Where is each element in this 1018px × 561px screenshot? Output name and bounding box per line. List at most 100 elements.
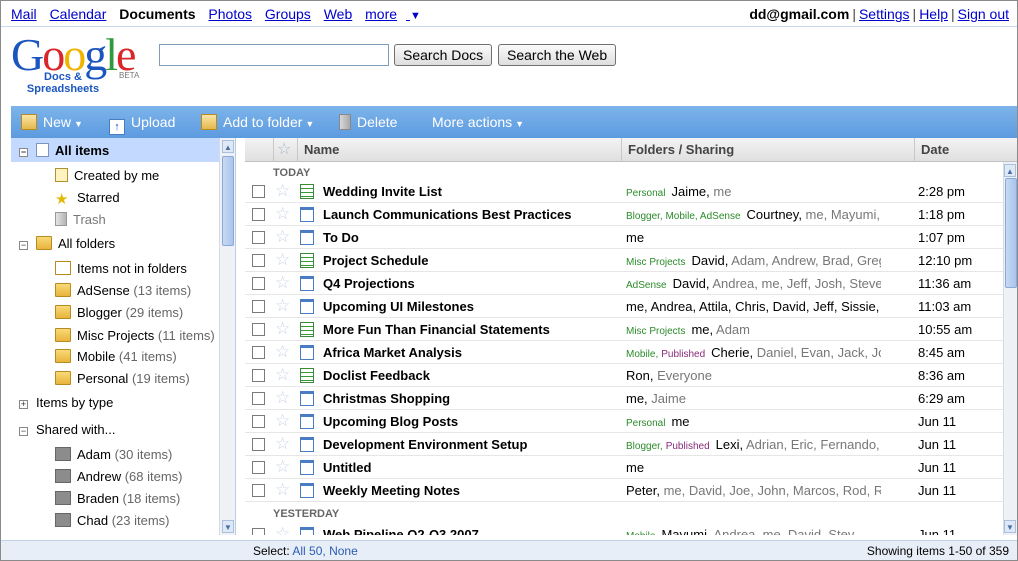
folder-tag[interactable]: Misc Projects — [626, 257, 685, 268]
folder-tag[interactable]: Published — [666, 441, 710, 452]
row-checkbox[interactable] — [252, 231, 265, 244]
select-all-link[interactable]: All 50, — [292, 544, 325, 558]
sidebar-item-all-items[interactable]: − All items — [19, 141, 109, 161]
table-row[interactable]: ☆ Upcoming Blog Posts Personal me Jun 11 — [245, 410, 1003, 433]
delete-button[interactable]: Delete — [339, 106, 397, 138]
row-checkbox[interactable] — [252, 346, 265, 359]
folder-tag[interactable]: Misc Projects — [626, 326, 685, 337]
settings-link[interactable]: Settings — [859, 6, 910, 22]
table-row[interactable]: ☆ Wedding Invite List Personal Jaime, me 2:2… — [245, 180, 1003, 203]
table-row[interactable]: ☆ Development Environment Setup Blogger, Pu… — [245, 433, 1003, 456]
document-name[interactable]: Wedding Invite List — [323, 180, 442, 203]
nav-groups[interactable]: Groups — [265, 6, 311, 22]
collapse-icon[interactable]: − — [19, 241, 28, 250]
upload-button[interactable]: ↑ Upload — [109, 106, 175, 138]
star-icon[interactable]: ☆ — [275, 227, 290, 247]
folder-tag[interactable]: Blogger, — [626, 441, 663, 452]
sidebar-person-chad[interactable]: Chad (23 items) — [55, 511, 170, 531]
signout-link[interactable]: Sign out — [958, 6, 1009, 22]
sidebar-folder-misc-projects[interactable]: Misc Projects (11 items) — [55, 326, 215, 346]
row-checkbox[interactable] — [252, 484, 265, 497]
table-row[interactable]: ☆ Africa Market Analysis Mobile, Published C… — [245, 341, 1003, 364]
search-web-button[interactable]: Search the Web — [498, 44, 617, 66]
star-icon[interactable]: ☆ — [275, 365, 290, 385]
column-date[interactable]: Date — [914, 138, 1017, 162]
document-name[interactable]: Web Pipeline Q2-Q3 2007 — [323, 523, 479, 535]
sidebar-item-not-in-folders[interactable]: Items not in folders — [55, 259, 187, 279]
table-row[interactable]: ☆ Upcoming UI Milestones me, Andrea, Attil… — [245, 295, 1003, 318]
document-name[interactable]: Christmas Shopping — [323, 387, 450, 410]
row-checkbox[interactable] — [252, 323, 265, 336]
star-icon[interactable]: ☆ — [275, 434, 290, 454]
scrollbar-thumb[interactable] — [222, 156, 234, 246]
row-checkbox[interactable] — [252, 185, 265, 198]
document-name[interactable]: Development Environment Setup — [323, 433, 527, 456]
table-row[interactable]: ☆ Web Pipeline Q2-Q3 2007 Mobile Mayumi, An… — [245, 523, 1003, 535]
help-link[interactable]: Help — [919, 6, 948, 22]
sidebar-folder-adsense[interactable]: AdSense (13 items) — [55, 281, 191, 301]
star-icon[interactable]: ☆ — [275, 204, 290, 224]
nav-more[interactable]: more ▼ — [365, 6, 430, 22]
row-checkbox[interactable] — [252, 277, 265, 290]
folder-tag[interactable]: Personal — [626, 188, 665, 199]
sidebar-person-braden[interactable]: Braden (18 items) — [55, 489, 180, 509]
nav-photos[interactable]: Photos — [208, 6, 252, 22]
row-checkbox[interactable] — [252, 300, 265, 313]
row-checkbox[interactable] — [252, 208, 265, 221]
document-name[interactable]: Upcoming UI Milestones — [323, 295, 474, 318]
document-name[interactable]: Africa Market Analysis — [323, 341, 462, 364]
select-none-link[interactable]: None — [329, 544, 358, 558]
sidebar-item-created-by-me[interactable]: Created by me — [55, 166, 159, 186]
table-row[interactable]: ☆ Weekly Meeting Notes Peter, me, David, J… — [245, 479, 1003, 502]
sidebar-scrollbar[interactable]: ▲ ▼ — [219, 138, 235, 535]
document-name[interactable]: More Fun Than Financial Statements — [323, 318, 550, 341]
expand-icon[interactable]: + — [19, 400, 28, 409]
table-row[interactable]: ☆ Christmas Shopping me, Jaime 6:29 am — [245, 387, 1003, 410]
table-row[interactable]: ☆ Untitled me Jun 11 — [245, 456, 1003, 479]
star-icon[interactable]: ☆ — [275, 273, 290, 293]
star-icon[interactable]: ☆ — [275, 250, 290, 270]
select-all-column[interactable] — [245, 138, 273, 162]
table-row[interactable]: ☆ Doclist Feedback Ron, Everyone 8:36 am — [245, 364, 1003, 387]
scroll-down-icon[interactable]: ▼ — [1004, 520, 1016, 533]
folder-tag[interactable]: Personal — [626, 418, 665, 429]
star-icon[interactable]: ☆ — [275, 524, 290, 535]
star-icon[interactable]: ☆ — [275, 388, 290, 408]
document-name[interactable]: To Do — [323, 226, 359, 249]
table-row[interactable]: ☆ To Do me 1:07 pm — [245, 226, 1003, 249]
column-name[interactable]: Name — [297, 138, 621, 162]
star-icon[interactable]: ☆ — [275, 319, 290, 339]
star-column-icon[interactable]: ☆ — [273, 138, 297, 162]
search-input[interactable] — [159, 44, 389, 66]
scroll-up-icon[interactable]: ▲ — [1004, 164, 1016, 177]
star-icon[interactable]: ☆ — [275, 181, 290, 201]
table-row[interactable]: ☆ Launch Communications Best Practices Blo… — [245, 203, 1003, 226]
row-checkbox[interactable] — [252, 461, 265, 474]
star-icon[interactable]: ☆ — [275, 342, 290, 362]
star-icon[interactable]: ☆ — [275, 296, 290, 316]
sidebar-person-adam[interactable]: Adam (30 items) — [55, 445, 172, 465]
document-name[interactable]: Q4 Projections — [323, 272, 415, 295]
table-row[interactable]: ☆ More Fun Than Financial Statements Misc … — [245, 318, 1003, 341]
table-row[interactable]: ☆ Project Schedule Misc Projects David, Ada… — [245, 249, 1003, 272]
collapse-icon[interactable]: − — [19, 148, 28, 157]
row-checkbox[interactable] — [252, 415, 265, 428]
row-checkbox[interactable] — [252, 254, 265, 267]
search-docs-button[interactable]: Search Docs — [394, 44, 493, 66]
new-button[interactable]: New ▼ — [21, 106, 83, 138]
document-name[interactable]: Upcoming Blog Posts — [323, 410, 458, 433]
sidebar-folder-mobile[interactable]: Mobile (41 items) — [55, 347, 177, 367]
row-checkbox[interactable] — [252, 528, 265, 535]
document-name[interactable]: Doclist Feedback — [323, 364, 430, 387]
sidebar-item-starred[interactable]: ★ Starred — [55, 188, 120, 208]
star-icon[interactable]: ☆ — [275, 457, 290, 477]
document-name[interactable]: Project Schedule — [323, 249, 428, 272]
sidebar-folder-blogger[interactable]: Blogger (29 items) — [55, 303, 183, 323]
sidebar-person-andrew[interactable]: Andrew (68 items) — [55, 467, 183, 487]
star-icon[interactable]: ☆ — [275, 411, 290, 431]
list-scrollbar[interactable]: ▲ ▼ — [1003, 162, 1017, 535]
scroll-down-icon[interactable]: ▼ — [222, 520, 234, 533]
document-name[interactable]: Launch Communications Best Practices — [323, 203, 572, 226]
sidebar-item-all-folders[interactable]: − All folders — [19, 234, 115, 254]
more-actions-button[interactable]: More actions ▼ — [432, 106, 524, 138]
